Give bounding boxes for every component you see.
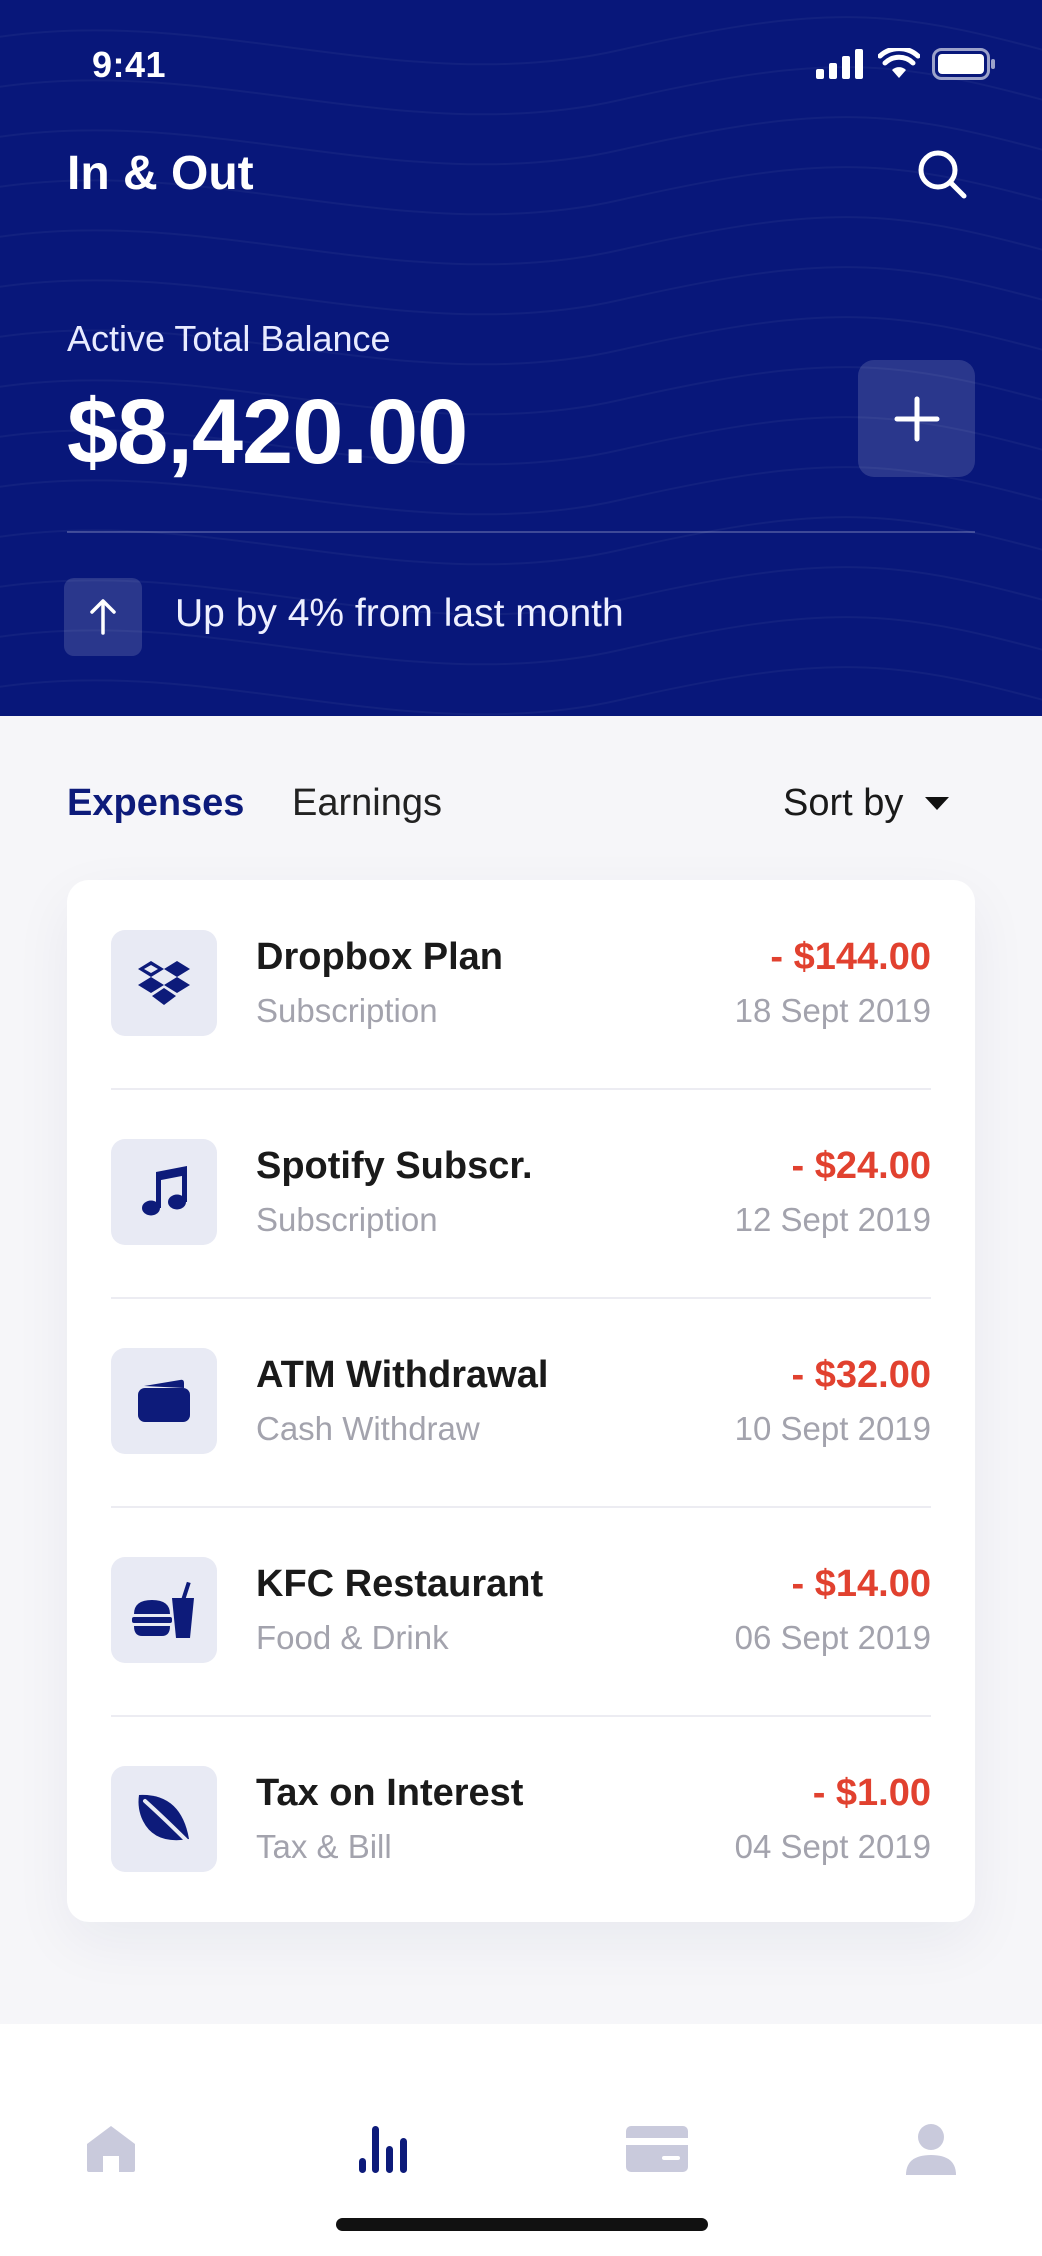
profile-icon xyxy=(906,2124,956,2175)
plus-icon xyxy=(894,396,939,441)
transaction-icon-box xyxy=(111,1766,217,1872)
transaction-amount: - $144.00 xyxy=(770,936,931,978)
search-button[interactable] xyxy=(912,144,972,204)
card-icon xyxy=(626,2126,688,2172)
transaction-row[interactable]: Spotify Subscr. Subscription - $24.00 12… xyxy=(111,1089,931,1298)
search-icon xyxy=(918,150,967,199)
battery-icon xyxy=(932,48,995,80)
transaction-category: Food & Drink xyxy=(256,1619,449,1656)
transaction-title: ATM Withdrawal xyxy=(256,1354,549,1396)
trend-text: Up by 4% from last month xyxy=(175,592,624,635)
header-panel: 9:41 In & Out Active Total Balance $8,42… xyxy=(0,0,1042,716)
transaction-category: Tax & Bill xyxy=(256,1828,392,1865)
dropbox-icon xyxy=(138,961,190,1005)
transaction-row[interactable]: KFC Restaurant Food & Drink - $14.00 06 … xyxy=(111,1507,931,1716)
transaction-date: 06 Sept 2019 xyxy=(734,1619,931,1656)
transaction-date: 04 Sept 2019 xyxy=(734,1828,931,1865)
status-time: 9:41 xyxy=(92,44,167,85)
caret-down-icon xyxy=(925,796,950,810)
burger-drink-icon xyxy=(132,1581,194,1638)
transaction-amount: - $32.00 xyxy=(791,1354,931,1396)
nav-profile[interactable] xyxy=(896,2114,966,2184)
transaction-category: Cash Withdraw xyxy=(256,1410,480,1447)
wifi-icon xyxy=(878,48,920,78)
transaction-title: Tax on Interest xyxy=(256,1772,524,1814)
music-note-icon xyxy=(142,1166,187,1216)
transaction-icon-box xyxy=(111,930,217,1036)
stats-icon xyxy=(359,2126,407,2173)
transaction-row[interactable]: ATM Withdrawal Cash Withdraw - $32.00 10… xyxy=(111,1298,931,1507)
sort-by-label: Sort by xyxy=(783,782,904,824)
sort-by-dropdown[interactable]: Sort by xyxy=(783,782,950,825)
nav-cards[interactable] xyxy=(622,2114,692,2184)
trend-up-badge xyxy=(64,578,142,656)
home-icon xyxy=(87,2126,135,2172)
wallet-icon xyxy=(138,1379,190,1422)
arrow-up-icon xyxy=(90,599,116,635)
tab-expenses[interactable]: Expenses xyxy=(67,782,244,825)
nav-home[interactable] xyxy=(76,2114,146,2184)
transaction-title: Dropbox Plan xyxy=(256,936,504,978)
transaction-amount: - $24.00 xyxy=(791,1145,931,1187)
leaf-icon xyxy=(138,1794,193,1847)
transaction-category: Subscription xyxy=(256,992,438,1029)
add-button[interactable] xyxy=(858,360,975,477)
transaction-icon-box xyxy=(111,1557,217,1663)
status-bar: 9:41 xyxy=(0,0,1042,130)
home-indicator[interactable] xyxy=(336,2218,708,2231)
transaction-row[interactable]: Tax on Interest Tax & Bill - $1.00 04 Se… xyxy=(111,1716,931,1925)
transaction-date: 10 Sept 2019 xyxy=(734,1410,931,1447)
transaction-category: Subscription xyxy=(256,1201,438,1238)
transaction-amount: - $1.00 xyxy=(812,1772,931,1814)
transaction-title: KFC Restaurant xyxy=(256,1563,544,1605)
transaction-icon-box xyxy=(111,1348,217,1454)
status-icons xyxy=(816,48,996,80)
balance-value: $8,420.00 xyxy=(67,381,468,483)
transaction-amount: - $14.00 xyxy=(791,1563,931,1605)
transaction-row[interactable]: Dropbox Plan Subscription - $144.00 18 S… xyxy=(111,880,931,1089)
balance-label: Active Total Balance xyxy=(67,318,391,359)
tab-earnings[interactable]: Earnings xyxy=(292,782,442,825)
transaction-date: 12 Sept 2019 xyxy=(734,1201,931,1238)
transactions-card: Dropbox Plan Subscription - $144.00 18 S… xyxy=(67,880,975,1922)
transaction-date: 18 Sept 2019 xyxy=(734,992,931,1029)
app-title: In & Out xyxy=(67,147,254,200)
transaction-title: Spotify Subscr. xyxy=(256,1145,533,1187)
transaction-icon-box xyxy=(111,1139,217,1245)
nav-stats[interactable] xyxy=(348,2114,418,2184)
signal-icon xyxy=(816,49,863,79)
header-divider xyxy=(67,531,975,533)
